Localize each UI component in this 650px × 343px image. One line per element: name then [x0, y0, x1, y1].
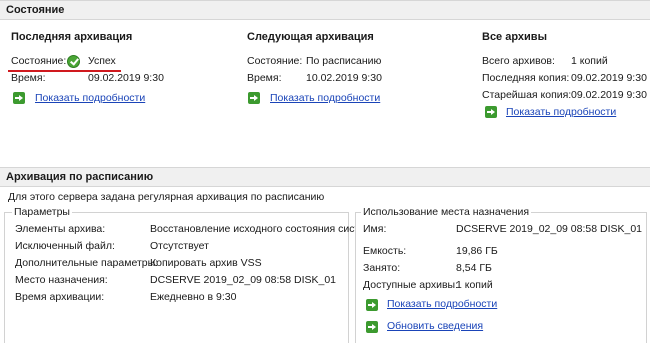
- param-label: Элементы архива:: [15, 223, 106, 235]
- next-state-label: Состояние:: [247, 55, 303, 67]
- last-time-value: 09.02.2019 9:30: [88, 72, 164, 84]
- all-oldest-value: 09.02.2019 9:30: [571, 89, 647, 101]
- param-label: Дополнительные параметры:: [15, 257, 159, 269]
- go-arrow-icon[interactable]: [13, 92, 25, 104]
- go-arrow-icon[interactable]: [366, 299, 378, 311]
- all-backups-title: Все архивы: [482, 31, 547, 43]
- param-value: Копировать архив VSS: [150, 257, 262, 269]
- destination-panel-title: Использование места назначения: [361, 206, 532, 218]
- go-arrow-icon[interactable]: [485, 106, 497, 118]
- section-divider: [0, 149, 650, 167]
- next-time-value: 10.02.2019 9:30: [306, 72, 382, 84]
- param-label: Время архивации:: [15, 291, 105, 303]
- go-arrow-icon[interactable]: [366, 321, 378, 333]
- all-total-value: 1 копий: [571, 55, 608, 67]
- all-last-label: Последняя копия:: [482, 72, 570, 84]
- dest-value: 8,54 ГБ: [456, 262, 492, 274]
- refresh-info-link[interactable]: Обновить сведения: [387, 320, 483, 332]
- param-label: Исключенный файл:: [15, 240, 115, 252]
- status-section: Последняя архивация Состояние: Успех Вре…: [0, 20, 650, 149]
- all-oldest-label: Старейшая копия:: [482, 89, 572, 101]
- next-time-label: Время:: [247, 72, 282, 84]
- schedule-section-header: Архивация по расписанию: [0, 167, 650, 187]
- dest-value: DCSERVE 2019_02_09 08:58 DISK_01: [456, 223, 643, 235]
- param-value: Восстановление исходного состояния сист.…: [150, 223, 367, 235]
- status-section-header: Состояние: [0, 0, 650, 20]
- dest-label: Доступные архивы:: [363, 279, 459, 291]
- schedule-description: Для этого сервера задана регулярная архи…: [8, 191, 325, 203]
- all-total-label: Всего архивов:: [482, 55, 555, 67]
- dest-show-details-link[interactable]: Показать подробности: [387, 298, 497, 310]
- go-arrow-icon[interactable]: [248, 92, 260, 104]
- last-show-details-link[interactable]: Показать подробности: [35, 92, 145, 104]
- param-label: Место назначения:: [15, 274, 108, 286]
- dest-value: 19,86 ГБ: [456, 245, 498, 257]
- dest-label: Имя:: [363, 223, 387, 235]
- next-state-value: По расписанию: [306, 55, 382, 67]
- success-check-icon: [67, 55, 80, 68]
- next-backup-title: Следующая архивация: [247, 31, 374, 43]
- dest-value: 1 копий: [456, 279, 493, 291]
- last-time-label: Время:: [11, 72, 46, 84]
- all-show-details-link[interactable]: Показать подробности: [506, 106, 616, 118]
- dest-label: Емкость:: [363, 245, 407, 257]
- dest-label: Занято:: [363, 262, 401, 274]
- all-last-value: 09.02.2019 9:30: [571, 72, 647, 84]
- param-value: Ежедневно в 9:30: [150, 291, 237, 303]
- param-value: DCSERVE 2019_02_09 08:58 DISK_01: [150, 274, 337, 286]
- next-show-details-link[interactable]: Показать подробности: [270, 92, 380, 104]
- param-value: Отсутствует: [150, 240, 209, 252]
- last-state-label: Состояние:: [11, 55, 67, 67]
- last-state-value: Успех: [88, 55, 116, 67]
- params-panel-title: Параметры: [12, 206, 72, 218]
- last-backup-title: Последняя архивация: [11, 31, 133, 43]
